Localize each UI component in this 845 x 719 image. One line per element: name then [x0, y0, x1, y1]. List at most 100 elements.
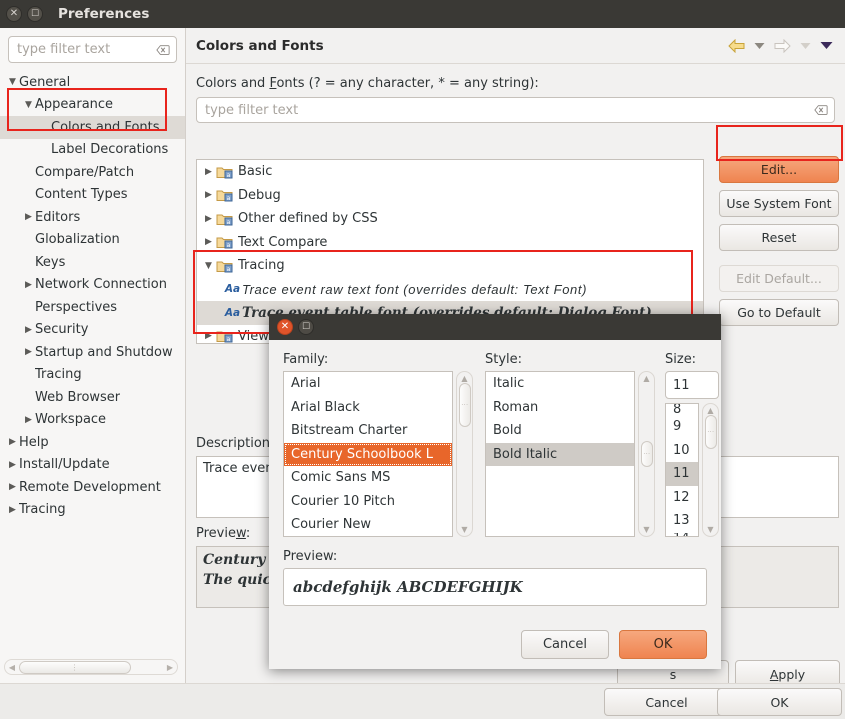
sidebar-item-tracing[interactable]: ▶Tracing	[0, 364, 185, 387]
edit-button[interactable]: Edit...	[719, 156, 839, 183]
cf-tree-item[interactable]: ▶aBasic	[197, 160, 703, 184]
list-item[interactable]: Century Schoolbook L	[284, 443, 452, 467]
close-icon[interactable]: ✕	[277, 319, 293, 335]
sidebar-item-workspace[interactable]: ▶Workspace	[0, 409, 185, 432]
maximize-icon[interactable]: ☐	[298, 319, 314, 335]
chevron-down-icon[interactable]: ▼	[202, 261, 215, 271]
style-vscrollbar[interactable]: ▲ ⋮ ▼	[638, 371, 655, 537]
family-listbox[interactable]: ArialArial BlackBitstream CharterCentury…	[283, 371, 453, 537]
list-item[interactable]: Italic	[486, 372, 634, 396]
sidebar-item-web-browser[interactable]: ▶Web Browser	[0, 386, 185, 409]
list-item[interactable]: 8	[666, 404, 698, 415]
list-item[interactable]: 10	[666, 439, 698, 463]
use-system-font-button[interactable]: Use System Font	[719, 190, 839, 217]
sidebar-item-editors[interactable]: ▶Editors	[0, 206, 185, 229]
sidebar-item-content-types[interactable]: ▶Content Types	[0, 184, 185, 207]
list-item[interactable]: 14	[666, 533, 698, 538]
list-item[interactable]: Arial	[284, 372, 452, 396]
scroll-right-icon[interactable]: ▶	[163, 663, 177, 672]
colors-fonts-filter-input[interactable]: type filter text	[196, 97, 835, 123]
chevron-down-icon[interactable]	[754, 42, 765, 50]
chevron-down-icon[interactable]: ▼	[6, 77, 19, 87]
chevron-right-icon[interactable]: ▶	[22, 415, 35, 425]
cancel-button[interactable]: Cancel	[604, 688, 729, 716]
view-menu-icon[interactable]	[820, 41, 833, 50]
dialog-ok-button[interactable]: OK	[619, 630, 707, 659]
scroll-down-icon[interactable]: ▼	[707, 525, 713, 534]
chevron-down-icon[interactable]: ▼	[22, 100, 35, 110]
chevron-right-icon[interactable]: ▶	[202, 190, 215, 200]
sidebar-item-security[interactable]: ▶Security	[0, 319, 185, 342]
sidebar-item-general[interactable]: ▼General	[0, 71, 185, 94]
list-item[interactable]: 13	[666, 509, 698, 533]
scroll-up-icon[interactable]: ▲	[461, 374, 467, 383]
style-listbox[interactable]: ItalicRomanBoldBold Italic	[485, 371, 635, 537]
list-item[interactable]: Bold	[486, 419, 634, 443]
scroll-left-icon[interactable]: ◀	[5, 663, 19, 672]
scroll-down-icon[interactable]: ▼	[643, 525, 649, 534]
sidebar-item-remote-development[interactable]: ▶Remote Development	[0, 476, 185, 499]
clear-icon[interactable]	[814, 105, 828, 116]
list-item[interactable]: 12	[666, 486, 698, 510]
sidebar-item-help[interactable]: ▶Help	[0, 431, 185, 454]
preferences-tree[interactable]: ▼General▼Appearance▶Colors and Fonts▶Lab…	[0, 67, 185, 521]
sidebar-item-network-connection[interactable]: ▶Network Connection	[0, 274, 185, 297]
sidebar-item-startup-and-shutdow[interactable]: ▶Startup and Shutdow	[0, 341, 185, 364]
sidebar-hscrollbar[interactable]: ◀ ⋮ ▶	[4, 659, 178, 675]
list-item[interactable]: Courier 10 Pitch	[284, 490, 452, 514]
chevron-right-icon[interactable]: ▶	[22, 280, 35, 290]
chevron-right-icon[interactable]: ▶	[202, 214, 215, 224]
family-vscrollbar[interactable]: ▲ ⋮ ▼	[456, 371, 473, 537]
sidebar-filter-input[interactable]: type filter text	[8, 36, 177, 63]
reset-button[interactable]: Reset	[719, 224, 839, 251]
size-vscroll-thumb[interactable]: ⋮	[705, 415, 717, 449]
sidebar-item-tracing[interactable]: ▶Tracing	[0, 499, 185, 522]
list-item[interactable]: Courier New	[284, 513, 452, 537]
list-item[interactable]: Bitstream Charter	[284, 419, 452, 443]
sidebar-item-install-update[interactable]: ▶Install/Update	[0, 454, 185, 477]
list-item[interactable]: 9	[666, 415, 698, 439]
cf-tree-item[interactable]: AaTrace event raw text font (overrides d…	[197, 278, 703, 302]
family-vscroll-thumb[interactable]: ⋮	[459, 383, 471, 427]
chevron-right-icon[interactable]: ▶	[6, 437, 19, 447]
cf-tree-item[interactable]: ▶aDebug	[197, 184, 703, 208]
clear-icon[interactable]	[156, 44, 170, 55]
dialog-cancel-button[interactable]: Cancel	[521, 630, 609, 659]
size-input[interactable]: 11	[665, 371, 719, 399]
list-item[interactable]: Bold Italic	[486, 443, 634, 467]
chevron-right-icon[interactable]: ▶	[6, 460, 19, 470]
cf-tree-item[interactable]: ▼aTracing	[197, 254, 703, 278]
list-item[interactable]: Roman	[486, 396, 634, 420]
chevron-right-icon[interactable]: ▶	[6, 505, 19, 515]
close-icon[interactable]: ✕	[6, 6, 22, 22]
chevron-right-icon[interactable]: ▶	[202, 331, 215, 341]
maximize-icon[interactable]: ☐	[27, 6, 43, 22]
sidebar-item-globalization[interactable]: ▶Globalization	[0, 229, 185, 252]
back-arrow-icon[interactable]	[728, 39, 745, 53]
scroll-up-icon[interactable]: ▲	[707, 406, 713, 415]
sidebar-item-label-decorations[interactable]: ▶Label Decorations	[0, 139, 185, 162]
scroll-down-icon[interactable]: ▼	[461, 525, 467, 534]
cf-tree-item[interactable]: ▶aText Compare	[197, 231, 703, 255]
hscroll-thumb[interactable]: ⋮	[19, 661, 131, 674]
scroll-up-icon[interactable]: ▲	[643, 374, 649, 383]
list-item[interactable]: 11	[666, 462, 698, 486]
chevron-right-icon[interactable]: ▶	[22, 347, 35, 357]
list-item[interactable]: Arial Black	[284, 396, 452, 420]
sidebar-item-perspectives[interactable]: ▶Perspectives	[0, 296, 185, 319]
sidebar-item-compare-patch[interactable]: ▶Compare/Patch	[0, 161, 185, 184]
size-vscrollbar[interactable]: ▲ ⋮ ▼	[702, 403, 719, 537]
go-to-default-button[interactable]: Go to Default	[719, 299, 839, 326]
list-item[interactable]: Comic Sans MS	[284, 466, 452, 490]
sidebar-item-colors-and-fonts[interactable]: ▶Colors and Fonts	[0, 116, 185, 139]
ok-button[interactable]: OK	[717, 688, 842, 716]
sidebar-item-appearance[interactable]: ▼Appearance	[0, 94, 185, 117]
chevron-right-icon[interactable]: ▶	[22, 325, 35, 335]
chevron-right-icon[interactable]: ▶	[202, 237, 215, 247]
hscroll-trough[interactable]: ⋮	[19, 661, 163, 674]
size-listbox[interactable]: 891011121314	[665, 403, 699, 537]
style-vscroll-thumb[interactable]: ⋮	[641, 441, 653, 467]
chevron-right-icon[interactable]: ▶	[22, 212, 35, 222]
cf-tree-item[interactable]: ▶aOther defined by CSS	[197, 207, 703, 231]
sidebar-item-keys[interactable]: ▶Keys	[0, 251, 185, 274]
